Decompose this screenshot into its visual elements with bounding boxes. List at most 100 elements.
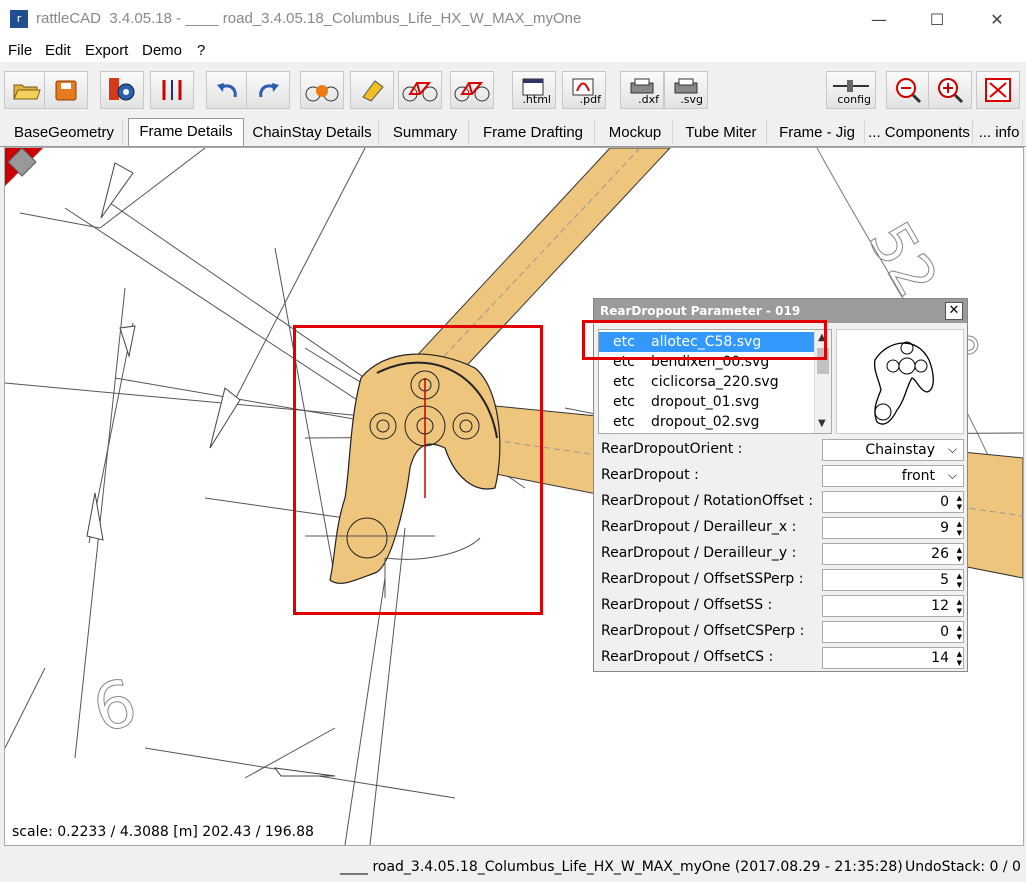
zoom-out-icon xyxy=(896,78,922,104)
spin-down-icon[interactable]: ▼ xyxy=(957,607,962,615)
derailleur-x-spinbox[interactable]: 9 ▲ ▼ xyxy=(822,517,964,539)
svg-label: .svg xyxy=(680,93,703,106)
zoom-out-button[interactable] xyxy=(886,71,930,109)
export-dxf-button[interactable]: .dxf xyxy=(620,71,664,109)
spin-down-icon[interactable]: ▼ xyxy=(957,529,962,537)
tab-chainstay-details[interactable]: ChainStay Details xyxy=(246,120,379,145)
spin-down-icon[interactable]: ▼ xyxy=(957,555,962,563)
param-label: RearDropout : xyxy=(601,467,699,483)
settings-button[interactable] xyxy=(100,71,144,109)
pdf-label: .pdf xyxy=(579,93,601,106)
geometry-button[interactable] xyxy=(150,71,194,109)
spin-up-icon[interactable]: ▲ xyxy=(957,546,962,554)
spin-down-icon[interactable]: ▼ xyxy=(957,503,962,511)
tab-info[interactable]: ... info xyxy=(976,120,1023,145)
param-row-offset-cs: RearDropout / OffsetCS : 14 ▲ ▼ xyxy=(598,646,964,670)
offset-ss-perp-spinbox[interactable]: 5 ▲ ▼ xyxy=(822,569,964,591)
config-button[interactable]: config xyxy=(826,71,876,109)
spin-up-icon[interactable]: ▲ xyxy=(957,494,962,502)
spin-up-icon[interactable]: ▲ xyxy=(957,572,962,580)
bike-red-button-2[interactable] xyxy=(450,71,494,109)
param-label: RearDropoutOrient : xyxy=(601,441,743,457)
spin-down-icon[interactable]: ▼ xyxy=(957,581,962,589)
tab-tube-miter[interactable]: Tube Miter xyxy=(676,120,767,145)
file-dir: etc xyxy=(613,394,635,410)
zoom-in-button[interactable] xyxy=(928,71,972,109)
tab-frame-details[interactable]: Frame Details xyxy=(128,118,244,146)
dialog-title: RearDropout Parameter - 019 xyxy=(600,304,801,318)
file-name: ciclicorsa_220.svg xyxy=(651,374,779,390)
undo-button[interactable] xyxy=(206,71,250,109)
fit-view-button[interactable] xyxy=(976,71,1020,109)
tab-basegeometry[interactable]: BaseGeometry xyxy=(6,120,123,145)
status-bar: ____ road_3.4.05.18_Columbus_Life_HX_W_M… xyxy=(0,850,1026,882)
chevron-down-icon: ⌵ xyxy=(947,468,957,482)
menu-file[interactable]: File xyxy=(8,42,32,59)
spin-up-icon[interactable]: ▲ xyxy=(957,520,962,528)
bike-red-icon xyxy=(402,82,438,102)
spin-down-icon[interactable]: ▼ xyxy=(957,633,962,641)
select-value: Chainstay xyxy=(865,442,935,458)
tab-summary[interactable]: Summary xyxy=(382,120,469,145)
gear-icon xyxy=(109,78,135,101)
tab-mockup[interactable]: Mockup xyxy=(598,120,673,145)
param-label: RearDropout / Derailleur_x : xyxy=(601,519,797,535)
param-row-derailleur-x: RearDropout / Derailleur_x : 9 ▲ ▼ xyxy=(598,516,964,540)
menu-help[interactable]: ? xyxy=(197,42,205,59)
save-file-button[interactable] xyxy=(44,71,88,109)
close-window-button[interactable]: ✕ xyxy=(974,0,1020,40)
export-html-button[interactable]: .html xyxy=(512,71,556,109)
status-file: ____ road_3.4.05.18_Columbus_Life_HX_W_M… xyxy=(340,859,903,875)
open-file-button[interactable] xyxy=(4,71,48,109)
export-pdf-button[interactable]: .pdf xyxy=(562,71,606,109)
tab-frame-drafting[interactable]: Frame Drafting xyxy=(472,120,595,145)
rotation-offset-spinbox[interactable]: 0 ▲ ▼ xyxy=(822,491,964,513)
status-undo: UndoStack: 0 / 0 xyxy=(905,859,1021,875)
param-label: RearDropout / Derailleur_y : xyxy=(601,545,797,561)
param-row-offset-cs-perp: RearDropout / OffsetCSPerp : 0 ▲ ▼ xyxy=(598,620,964,644)
offset-cs-spinbox[interactable]: 14 ▲ ▼ xyxy=(822,647,964,669)
param-label: RearDropout / OffsetCS : xyxy=(601,649,774,665)
paint-button[interactable] xyxy=(350,71,394,109)
spin-down-icon[interactable]: ▼ xyxy=(957,659,962,667)
bike-render-button[interactable] xyxy=(300,71,344,109)
dropout-position-select[interactable]: front ⌵ xyxy=(822,465,964,487)
offset-cs-perp-spinbox[interactable]: 0 ▲ ▼ xyxy=(822,621,964,643)
bike-red-icon xyxy=(454,82,490,102)
scroll-down-arrow-icon[interactable]: ▼ xyxy=(818,418,826,429)
dropout-highlight-box xyxy=(293,325,543,615)
offset-ss-spinbox[interactable]: 12 ▲ ▼ xyxy=(822,595,964,617)
menu-demo[interactable]: Demo xyxy=(142,42,182,59)
dropout-preview-image xyxy=(873,341,934,425)
spin-up-icon[interactable]: ▲ xyxy=(957,624,962,632)
file-list-item[interactable]: etc dropout_01.svg xyxy=(599,392,815,412)
spin-value: 12 xyxy=(931,598,949,614)
redo-button[interactable] xyxy=(246,71,290,109)
folder-icon xyxy=(13,84,41,100)
export-svg-button[interactable]: .svg xyxy=(664,71,708,109)
dialog-close-button[interactable]: ✕ xyxy=(945,302,963,320)
menu-export[interactable]: Export xyxy=(85,42,128,59)
maximize-button[interactable]: ☐ xyxy=(914,0,960,40)
dropout-preview xyxy=(836,329,964,434)
spin-value: 0 xyxy=(940,624,949,640)
dropout-orient-select[interactable]: Chainstay ⌵ xyxy=(822,439,964,461)
dimension-text: 6 xyxy=(86,666,144,748)
minimize-button[interactable]: — xyxy=(856,0,902,40)
scale-readout: scale: 0.2233 / 4.3088 [m] 202.43 / 196.… xyxy=(12,824,314,840)
file-list-item[interactable]: etc dropout_02.svg xyxy=(599,412,815,432)
title-rest: 3.4.05.18 - ____ road_3.4.05.18_Columbus… xyxy=(109,10,582,27)
undo-icon xyxy=(217,83,237,98)
spin-value: 14 xyxy=(931,650,949,666)
bike-red-button-1[interactable] xyxy=(398,71,442,109)
html-label: .html xyxy=(522,93,551,106)
tab-frame-jig[interactable]: Frame - Jig xyxy=(770,120,865,145)
menu-edit[interactable]: Edit xyxy=(45,42,71,59)
bike-orange-icon xyxy=(305,85,339,102)
derailleur-y-spinbox[interactable]: 26 ▲ ▼ xyxy=(822,543,964,565)
file-list-item[interactable]: etc ciclicorsa_220.svg xyxy=(599,372,815,392)
spin-up-icon[interactable]: ▲ xyxy=(957,598,962,606)
spin-value: 0 xyxy=(940,494,949,510)
spin-up-icon[interactable]: ▲ xyxy=(957,650,962,658)
tab-components[interactable]: ... Components xyxy=(866,120,973,145)
